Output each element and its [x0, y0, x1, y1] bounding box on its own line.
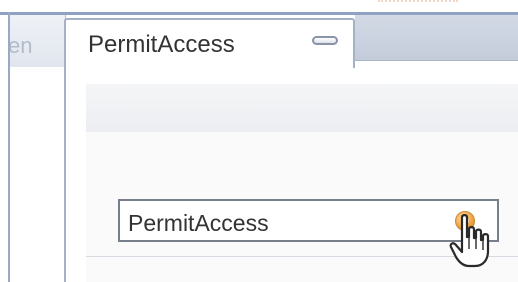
tab-strip [355, 15, 518, 61]
tab-active-label: PermitAccess [88, 31, 235, 58]
tab-permitaccess[interactable]: PermitAccess [64, 18, 355, 70]
tab-inactive[interactable]: en [10, 15, 66, 67]
hand-pointer-icon [449, 214, 490, 268]
permit-access-field[interactable]: PermitAccess [118, 199, 499, 242]
permit-access-field-value: PermitAccess [128, 210, 269, 236]
panel-header-band [86, 84, 518, 133]
app-window: en PermitAccess PermitAccess [0, 0, 518, 282]
minimize-icon[interactable] [312, 36, 338, 45]
tab-inactive-label: en [10, 33, 33, 58]
decorative-dots [378, 0, 458, 6]
